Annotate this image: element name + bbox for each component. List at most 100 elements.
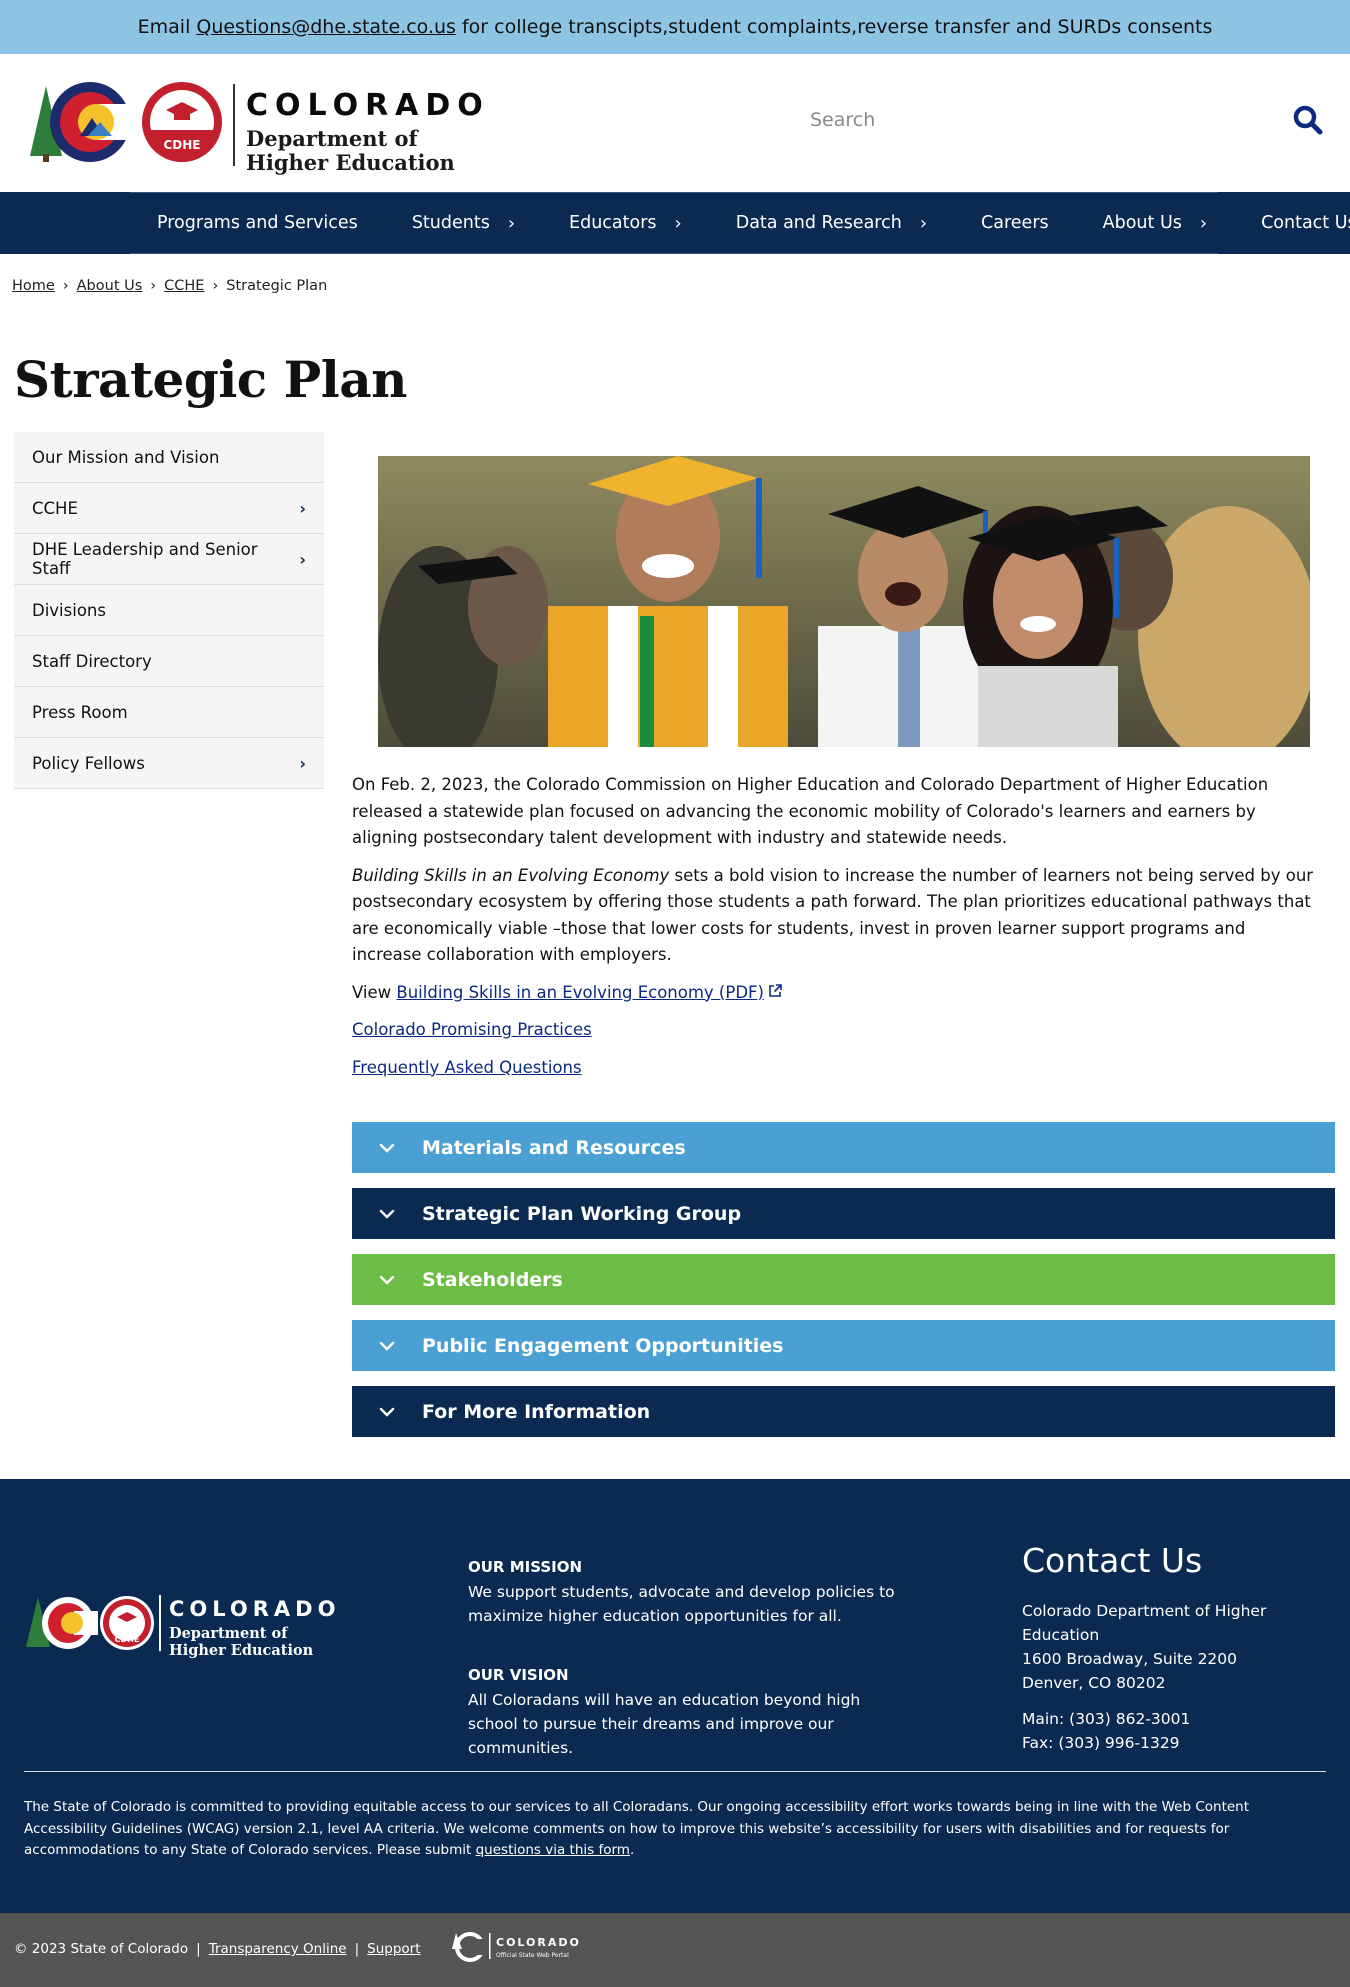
footer-logo-dept-line1: Department of	[169, 1625, 288, 1642]
accordion-label: Materials and Resources	[422, 1136, 686, 1159]
chevron-down-icon	[372, 1407, 402, 1417]
faq-line: Frequently Asked Questions	[352, 1055, 1320, 1082]
site-header: CDHE COLORADO Department of Higher Educa…	[0, 54, 1350, 192]
alert-suffix: for college transcipts,student complaint…	[461, 16, 1213, 38]
nav-item-educators[interactable]: Educators ›	[542, 193, 709, 253]
mission-heading: OUR MISSION	[468, 1558, 583, 1576]
breadcrumb-separator: ›	[150, 278, 157, 294]
colorado-c-logo-icon: CDHE	[30, 82, 222, 162]
search-button[interactable]	[1290, 102, 1326, 138]
alert-email-link[interactable]: Questions@dhe.state.co.us	[196, 16, 456, 38]
nav-item-about-us[interactable]: About Us ›	[1076, 193, 1234, 253]
main-content: On Feb. 2, 2023, the Colorado Commission…	[352, 772, 1320, 1092]
nav-item-label: Educators	[569, 213, 657, 233]
faq-link[interactable]: Frequently Asked Questions	[352, 1058, 582, 1077]
cdhe-logo[interactable]: CDHE COLORADO Department of Higher Educa…	[28, 74, 490, 175]
nav-item-students[interactable]: Students ›	[385, 193, 542, 253]
transparency-online-link[interactable]: Transparency Online	[209, 1941, 347, 1957]
chevron-right-icon: ›	[919, 212, 928, 234]
accordion-stakeholders[interactable]: Stakeholders	[352, 1254, 1335, 1305]
hero-graduates-image	[378, 456, 1310, 747]
footer-logo-badge-text: CDHE	[115, 1635, 140, 1644]
breadcrumb-about-us[interactable]: About Us	[77, 278, 143, 294]
breadcrumb-separator: ›	[62, 278, 69, 294]
sidebar-item-label: Staff Directory	[32, 651, 152, 671]
sidebar-item-our-mission-and-vision[interactable]: Our Mission and Vision	[14, 432, 324, 483]
breadcrumb-home[interactable]: Home	[12, 278, 55, 294]
sidebar-item-press-room[interactable]: Press Room	[14, 687, 324, 738]
bottom-bar: © 2023 State of Colorado | Transparency …	[0, 1913, 1350, 1987]
nav-item-label: Students	[411, 213, 490, 233]
portal-sub: Official State Web Portal	[496, 1952, 569, 1959]
sidebar-item-label: Policy Fellows	[32, 753, 145, 773]
breadcrumb-separator: ›	[212, 278, 219, 294]
main-nav: Programs and Services Students › Educators ›…	[0, 192, 1350, 254]
chevron-right-icon: ›	[299, 753, 306, 773]
alert-prefix: Email	[137, 16, 191, 38]
view-prefix: View	[352, 982, 397, 1002]
chevron-down-icon	[372, 1275, 402, 1285]
nav-item-contact-us[interactable]: Contact Us	[1234, 193, 1350, 253]
nav-item-careers[interactable]: Careers	[954, 193, 1076, 253]
logo-dept-line1: Department of	[246, 126, 418, 151]
mission-text: We support students, advocate and develo…	[468, 1583, 895, 1625]
state-portal-logo[interactable]: COLORADO Official State Web Portal	[452, 1929, 602, 1963]
accordion-label: Stakeholders	[422, 1268, 563, 1291]
accordion-materials-and-resources[interactable]: Materials and Resources	[352, 1122, 1335, 1173]
footer-logo-colorado: COLORADO	[169, 1597, 341, 1621]
footer-contact: Contact Us Colorado Department of Higher…	[1022, 1541, 1342, 1755]
contact-org: Colorado Department of Higher Education	[1022, 1602, 1267, 1644]
chevron-down-icon	[372, 1209, 402, 1219]
logo-colorado: COLORADO	[246, 88, 490, 123]
logo-badge-text: CDHE	[163, 138, 200, 152]
logo-divider	[233, 84, 235, 166]
sidebar-item-cche[interactable]: CCHE ›	[14, 483, 324, 534]
breadcrumb-current: Strategic Plan	[226, 278, 328, 294]
search-input[interactable]	[810, 104, 1230, 136]
sidebar-item-divisions[interactable]: Divisions	[14, 585, 324, 636]
footer-colorado-c-logo-icon: CDHE	[26, 1596, 154, 1650]
promising-practices-link[interactable]: Colorado Promising Practices	[352, 1020, 592, 1039]
footer-logo[interactable]: CDHE COLORADO Department of Higher Educa…	[24, 1591, 344, 1661]
accessibility-form-link[interactable]: questions via this form	[476, 1842, 630, 1858]
footer-logo-dept: Department of Higher Education	[169, 1625, 313, 1659]
sidebar-nav: Our Mission and Vision CCHE › DHE Leadershi…	[14, 432, 324, 789]
accessibility-text: The State of Colorado is committed to pr…	[24, 1799, 1250, 1858]
breadcrumb-cche[interactable]: CCHE	[164, 278, 204, 294]
accessibility-end: .	[629, 1842, 635, 1858]
nav-item-programs-and-services[interactable]: Programs and Services	[130, 193, 385, 253]
main-nav-list: Programs and Services Students › Educators ›…	[130, 192, 1350, 254]
sidebar-item-staff-directory[interactable]: Staff Directory	[14, 636, 324, 687]
plan-title: Building Skills in an Evolving Economy	[352, 865, 670, 885]
view-plan-line: View Building Skills in an Evolving Econ…	[352, 980, 1320, 1007]
copyright-text: © 2023 State of Colorado	[14, 1941, 189, 1957]
vision-heading: OUR VISION	[468, 1666, 569, 1684]
nav-item-label: Data and Research	[735, 213, 902, 233]
plan-pdf-link[interactable]: Building Skills in an Evolving Economy (…	[396, 983, 764, 1002]
accordion-for-more-information[interactable]: For More Information	[352, 1386, 1335, 1437]
nav-item-label: Contact Us	[1261, 213, 1350, 233]
contact-main-phone: Main: (303) 862-3001	[1022, 1710, 1191, 1728]
bottom-links: © 2023 State of Colorado | Transparency …	[14, 1941, 421, 1957]
sidebar-item-label: CCHE	[32, 498, 78, 518]
chevron-right-icon: ›	[674, 212, 682, 234]
nav-item-data-and-research[interactable]: Data and Research ›	[709, 193, 954, 253]
vision-paragraph: Building Skills in an Evolving Economy s…	[352, 863, 1320, 969]
site-footer: CDHE COLORADO Department of Higher Educa…	[0, 1479, 1350, 1913]
sidebar-item-label: Our Mission and Vision	[32, 447, 220, 467]
portal-name: COLORADO	[496, 1936, 581, 1949]
search-icon	[1293, 105, 1323, 135]
accordion-strategic-plan-working-group[interactable]: Strategic Plan Working Group	[352, 1188, 1335, 1239]
sidebar-item-dhe-leadership-and-senior-staff[interactable]: DHE Leadership and Senior Staff ›	[14, 534, 324, 585]
sidebar-item-policy-fellows[interactable]: Policy Fellows ›	[14, 738, 324, 789]
contact-heading: Contact Us	[1022, 1541, 1203, 1580]
intro-paragraph: On Feb. 2, 2023, the Colorado Commission…	[352, 775, 1269, 847]
chevron-right-icon: ›	[299, 549, 306, 569]
accordion-public-engagement-opportunities[interactable]: Public Engagement Opportunities	[352, 1320, 1335, 1371]
nav-item-label: Programs and Services	[157, 213, 358, 233]
contact-address-line1: 1600 Broadway, Suite 2200	[1022, 1650, 1238, 1668]
footer-vision: OUR VISION All Coloradans will have an e…	[468, 1663, 898, 1760]
sidebar-item-label: Press Room	[32, 702, 128, 722]
alert-bar: Email Questions@dhe.state.co.us for coll…	[0, 0, 1350, 54]
support-link[interactable]: Support	[367, 1941, 420, 1957]
